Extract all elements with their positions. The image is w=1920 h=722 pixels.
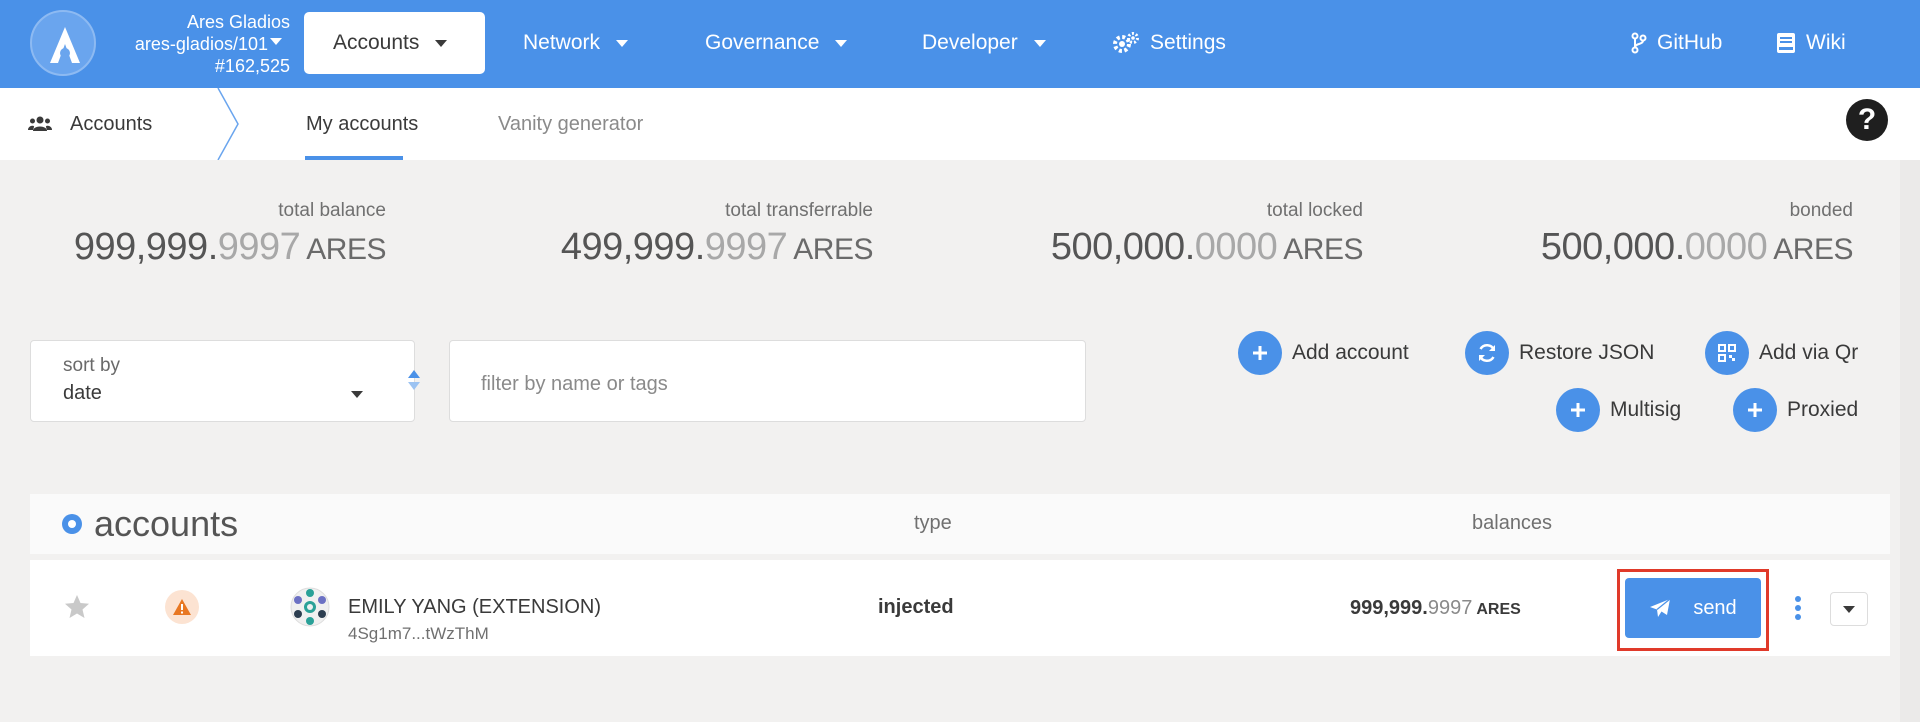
active-tab-indicator (305, 156, 403, 160)
paper-plane-icon (1650, 598, 1671, 617)
sort-by-label: sort by (63, 355, 121, 376)
section-accounts: Accounts (28, 88, 152, 160)
sort-by-value: date (63, 382, 102, 404)
restore-json-label: Restore JSON (1519, 341, 1655, 364)
plus-icon (1556, 388, 1600, 432)
multisig-label: Multisig (1610, 398, 1682, 421)
accounts-table-header: accounts type balances (30, 494, 1890, 554)
more-options-icon[interactable] (1793, 596, 1803, 620)
send-label: send (1693, 596, 1737, 619)
multisig-button[interactable]: Multisig (1556, 388, 1681, 432)
summary-value: 499,999.9997 ARES (560, 226, 874, 268)
nav-network[interactable]: Network (523, 12, 629, 74)
section-accounts-label: Accounts (70, 112, 153, 135)
block-number: #162,525 (214, 56, 290, 76)
filter-input[interactable] (449, 340, 1086, 422)
chain-selector[interactable]: Ares Gladios ares-gladios/101 #162,525 (100, 11, 290, 77)
gears-icon (1113, 32, 1139, 53)
summary-label: total balance (278, 200, 386, 221)
send-button[interactable]: send (1625, 578, 1761, 638)
summary-value: 999,999.9997 ARES (73, 226, 387, 268)
tab-my-accounts-label: My accounts (306, 112, 419, 135)
tab-vanity-generator[interactable]: Vanity generator (498, 88, 643, 160)
chain-name: Ares Gladios (186, 12, 290, 32)
restore-json-button[interactable]: Restore JSON (1465, 331, 1654, 375)
sub-navbar: Accounts My accounts Vanity generator (0, 88, 1920, 160)
account-address[interactable]: 4Sg1m7...tWzThM (348, 624, 489, 644)
tab-vanity-generator-label: Vanity generator (498, 112, 644, 135)
chevron-down-icon (616, 39, 629, 47)
proxied-button[interactable]: Proxied (1733, 388, 1858, 432)
summary-total-balance: total balance 999,999.9997 ARES (40, 200, 387, 269)
column-header-type: type (914, 512, 952, 534)
nav-wiki-label: Wiki (1806, 31, 1846, 54)
add-via-qr-button[interactable]: Add via Qr (1705, 331, 1858, 375)
plus-icon (1733, 388, 1777, 432)
book-icon (1777, 33, 1795, 53)
nav-github-label: GitHub (1657, 31, 1723, 54)
add-via-qr-label: Add via Qr (1759, 341, 1859, 364)
add-account-button[interactable]: Add account (1238, 331, 1409, 375)
nav-developer-label: Developer (922, 31, 1018, 54)
chain-runtime: ares-gladios/101 (134, 34, 268, 54)
chain-logo-icon[interactable] (30, 10, 96, 76)
table-row: EMILY YANG (EXTENSION) 4Sg1m7...tWzThM i… (30, 560, 1890, 656)
nav-accounts-label: Accounts (333, 31, 420, 54)
proxied-label: Proxied (1787, 398, 1859, 421)
top-navbar: Ares Gladios ares-gladios/101 #162,525 A… (0, 0, 1920, 88)
accounts-title-label: accounts (94, 503, 239, 544)
summary-bonded: bonded 500,000.0000 ARES (1480, 200, 1854, 269)
summary-label: bonded (1789, 200, 1853, 221)
warning-icon[interactable] (165, 590, 199, 624)
chevron-down-icon[interactable] (270, 38, 282, 45)
tab-my-accounts[interactable]: My accounts (306, 88, 418, 160)
code-branch-icon (1631, 32, 1647, 54)
chevron-down-icon (351, 391, 363, 398)
nav-settings-label: Settings (1150, 31, 1226, 54)
sort-by-select[interactable]: sort by date (30, 340, 420, 422)
sort-direction-icon[interactable] (407, 369, 421, 391)
account-name[interactable]: EMILY YANG (EXTENSION) (348, 596, 601, 619)
scrollbar-track[interactable] (1900, 160, 1920, 722)
chevron-down-icon (435, 39, 448, 47)
nav-network-label: Network (523, 31, 601, 54)
breadcrumb-separator-icon (217, 88, 239, 160)
account-type: injected (878, 596, 954, 618)
dot-circle-icon (62, 514, 82, 534)
summary-total-transferrable: total transferrable 499,999.9997 ARES (500, 200, 874, 269)
accounts-table-title: accounts (62, 503, 238, 545)
chevron-down-icon (1033, 39, 1046, 47)
identicon-icon[interactable] (290, 587, 330, 627)
summary-label: total transferrable (725, 200, 873, 221)
summary-value: 500,000.0000 ARES (1050, 226, 1364, 268)
sync-icon (1465, 331, 1509, 375)
users-icon (28, 116, 52, 131)
chevron-down-icon (1843, 605, 1855, 613)
summary-label: total locked (1266, 200, 1363, 221)
plus-icon (1238, 331, 1282, 375)
add-account-label: Add account (1292, 341, 1409, 364)
help-icon[interactable]: ? (1846, 99, 1888, 141)
nav-governance[interactable]: Governance (705, 12, 848, 74)
nav-developer[interactable]: Developer (922, 12, 1046, 74)
nav-wiki[interactable]: Wiki (1776, 12, 1846, 74)
row-expand-button[interactable] (1830, 592, 1868, 626)
nav-governance-label: Governance (705, 31, 820, 54)
summary-total-locked: total locked 500,000.0000 ARES (990, 200, 1364, 269)
chevron-down-icon (835, 39, 848, 47)
column-header-balances: balances (1472, 512, 1553, 534)
qrcode-icon (1705, 331, 1749, 375)
summary-value: 500,000.0000 ARES (1540, 226, 1854, 268)
star-icon[interactable] (64, 594, 90, 620)
nav-settings[interactable]: Settings (1112, 12, 1226, 74)
nav-github[interactable]: GitHub (1631, 12, 1722, 74)
account-balance[interactable]: 999,999.9997 ARES (1350, 597, 1521, 620)
nav-accounts[interactable]: Accounts (304, 12, 485, 74)
